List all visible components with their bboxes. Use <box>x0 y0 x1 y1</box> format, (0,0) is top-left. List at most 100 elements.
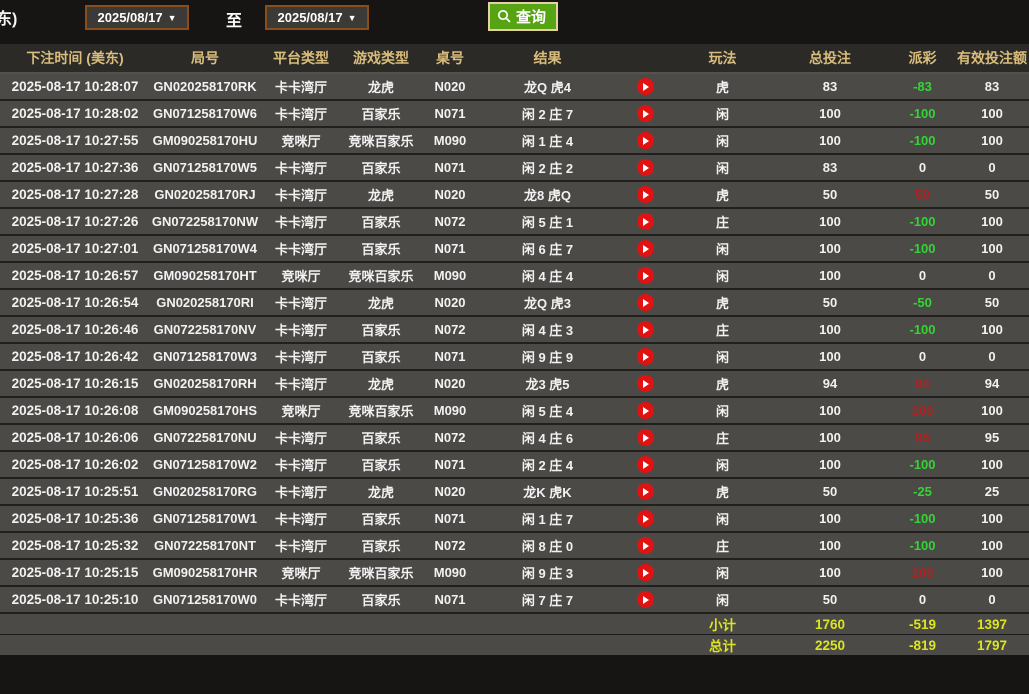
play-video-icon[interactable] <box>637 537 654 554</box>
bet-type-cell: 虎 <box>675 478 770 505</box>
date-to-select[interactable]: 2025/08/17 ▼ <box>265 5 369 30</box>
table-no-cell: N072 <box>420 316 480 343</box>
play-video-icon[interactable] <box>637 348 654 365</box>
bet-total-cell: 94 <box>770 370 890 397</box>
round-id-cell: GM090258170HR <box>150 559 260 586</box>
bet-type-cell: 庄 <box>675 208 770 235</box>
subtotal-valid-bet: 1397 <box>955 613 1029 635</box>
bet-total-cell: 50 <box>770 181 890 208</box>
table-no-cell: N020 <box>420 478 480 505</box>
bet-time-cell: 2025-08-17 10:28:02 <box>0 100 150 127</box>
video-cell <box>615 181 675 208</box>
payout-cell: 95 <box>890 424 955 451</box>
bet-type-cell: 虎 <box>675 73 770 100</box>
game-type-cell: 龙虎 <box>342 370 420 397</box>
round-id-cell: GN071258170W5 <box>150 154 260 181</box>
platform-cell: 卡卡湾厅 <box>260 316 342 343</box>
bet-total-cell: 100 <box>770 397 890 424</box>
top-bar: 东) 2025/08/17 ▼ 至 2025/08/17 ▼ 查询 <box>0 0 1029 44</box>
bet-total-cell: 50 <box>770 478 890 505</box>
payout-cell: -100 <box>890 235 955 262</box>
play-video-icon[interactable] <box>637 510 654 527</box>
play-video-icon[interactable] <box>637 213 654 230</box>
play-video-icon[interactable] <box>637 78 654 95</box>
query-button[interactable]: 查询 <box>488 2 558 31</box>
subtotal-row: 小计 1760 -519 1397 <box>0 613 1029 635</box>
platform-cell: 竞咪厅 <box>260 127 342 154</box>
bet-total-cell: 50 <box>770 289 890 316</box>
table-row: 2025-08-17 10:27:26 GN072258170NW 卡卡湾厅 百… <box>0 208 1029 235</box>
result-cell: 闲 2 庄 2 <box>480 154 615 181</box>
round-id-cell: GN072258170NV <box>150 316 260 343</box>
bet-total-cell: 100 <box>770 505 890 532</box>
bet-time-cell: 2025-08-17 10:25:32 <box>0 532 150 559</box>
result-cell: 闲 4 庄 6 <box>480 424 615 451</box>
table-body: 2025-08-17 10:28:07 GN020258170RK 卡卡湾厅 龙… <box>0 73 1029 613</box>
play-video-icon[interactable] <box>637 186 654 203</box>
table-no-cell: N071 <box>420 343 480 370</box>
round-id-cell: GN072258170NT <box>150 532 260 559</box>
result-cell: 闲 9 庄 3 <box>480 559 615 586</box>
play-video-icon[interactable] <box>637 456 654 473</box>
valid-bet-cell: 100 <box>955 316 1029 343</box>
table-header-row: 下注时间 (美东) 局号 平台类型 游戏类型 桌号 结果 玩法 总投注 派彩 有… <box>0 44 1029 73</box>
game-type-cell: 龙虎 <box>342 478 420 505</box>
video-cell <box>615 127 675 154</box>
play-video-icon[interactable] <box>637 240 654 257</box>
bet-type-cell: 庄 <box>675 316 770 343</box>
round-id-cell: GN071258170W0 <box>150 586 260 613</box>
total-row: 总计 2250 -819 1797 <box>0 635 1029 656</box>
play-video-icon[interactable] <box>637 159 654 176</box>
play-video-icon[interactable] <box>637 267 654 284</box>
play-video-icon[interactable] <box>637 429 654 446</box>
play-video-icon[interactable] <box>637 564 654 581</box>
play-video-icon[interactable] <box>637 321 654 338</box>
payout-cell: -100 <box>890 208 955 235</box>
play-video-icon[interactable] <box>637 132 654 149</box>
table-no-cell: N020 <box>420 181 480 208</box>
header-bet-time: 下注时间 (美东) <box>0 44 150 73</box>
bet-time-cell: 2025-08-17 10:25:51 <box>0 478 150 505</box>
header-game-type: 游戏类型 <box>342 44 420 73</box>
valid-bet-cell: 0 <box>955 343 1029 370</box>
bet-type-cell: 庄 <box>675 424 770 451</box>
bet-total-cell: 100 <box>770 559 890 586</box>
bet-time-cell: 2025-08-17 10:26:54 <box>0 289 150 316</box>
payout-cell: -100 <box>890 316 955 343</box>
play-video-icon[interactable] <box>637 375 654 392</box>
video-cell <box>615 559 675 586</box>
total-bet-total: 2250 <box>770 635 890 656</box>
platform-cell: 竞咪厅 <box>260 559 342 586</box>
valid-bet-cell: 100 <box>955 127 1029 154</box>
table-no-cell: M090 <box>420 397 480 424</box>
play-video-icon[interactable] <box>637 294 654 311</box>
game-type-cell: 龙虎 <box>342 73 420 100</box>
payout-cell: 94 <box>890 370 955 397</box>
table-row: 2025-08-17 10:26:15 GN020258170RH 卡卡湾厅 龙… <box>0 370 1029 397</box>
round-id-cell: GN072258170NU <box>150 424 260 451</box>
payout-cell: -100 <box>890 100 955 127</box>
video-cell <box>615 424 675 451</box>
table-no-cell: M090 <box>420 127 480 154</box>
round-id-cell: GN071258170W3 <box>150 343 260 370</box>
play-video-icon[interactable] <box>637 402 654 419</box>
play-video-icon[interactable] <box>637 483 654 500</box>
bet-time-cell: 2025-08-17 10:26:42 <box>0 343 150 370</box>
bet-type-cell: 闲 <box>675 100 770 127</box>
game-type-cell: 百家乐 <box>342 586 420 613</box>
bet-type-cell: 闲 <box>675 262 770 289</box>
platform-cell: 卡卡湾厅 <box>260 154 342 181</box>
play-video-icon[interactable] <box>637 105 654 122</box>
bet-type-cell: 闲 <box>675 127 770 154</box>
platform-cell: 卡卡湾厅 <box>260 181 342 208</box>
valid-bet-cell: 100 <box>955 235 1029 262</box>
table-row: 2025-08-17 10:26:42 GN071258170W3 卡卡湾厅 百… <box>0 343 1029 370</box>
table-no-cell: N020 <box>420 289 480 316</box>
payout-cell: 100 <box>890 559 955 586</box>
valid-bet-cell: 100 <box>955 451 1029 478</box>
round-id-cell: GN020258170RK <box>150 73 260 100</box>
chevron-down-icon: ▼ <box>168 13 177 23</box>
date-from-select[interactable]: 2025/08/17 ▼ <box>85 5 189 30</box>
table-row: 2025-08-17 10:26:02 GN071258170W2 卡卡湾厅 百… <box>0 451 1029 478</box>
play-video-icon[interactable] <box>637 591 654 608</box>
